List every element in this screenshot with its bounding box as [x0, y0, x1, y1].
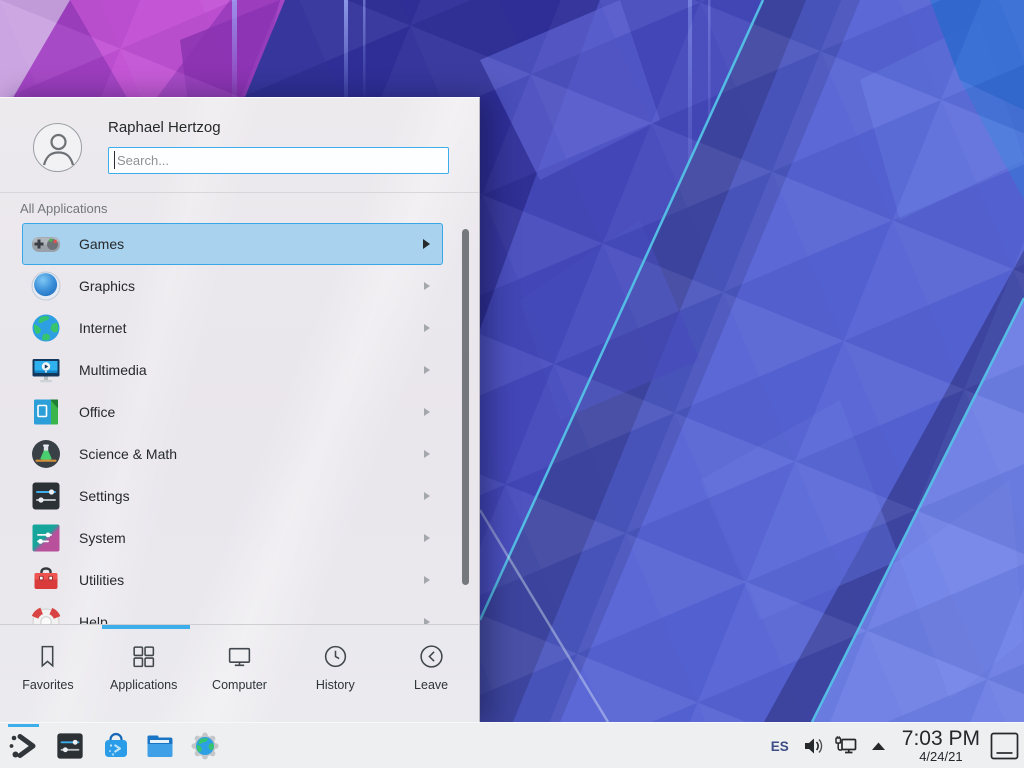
utilities-icon — [30, 564, 62, 596]
search-input[interactable] — [108, 147, 449, 174]
category-row-multimedia[interactable]: Multimedia — [22, 349, 443, 391]
browser-globe-icon — [190, 731, 220, 761]
category-label: Internet — [79, 320, 126, 336]
system-icon — [30, 522, 62, 554]
tabbar-divider — [0, 624, 479, 625]
category-row-help[interactable]: Help — [22, 601, 443, 624]
taskbar-panel: ES 7:03 PM 4/24/21 — [0, 722, 1024, 768]
graphics-icon — [30, 270, 62, 302]
system-settings-button[interactable] — [55, 731, 85, 761]
kde-launcher-icon — [8, 731, 38, 761]
network-button[interactable] — [834, 735, 859, 757]
category-row-internet[interactable]: Internet — [22, 307, 443, 349]
file-manager-button[interactable] — [145, 731, 175, 761]
category-label: System — [79, 530, 126, 546]
help-icon — [30, 606, 62, 624]
chevron-right-icon — [424, 450, 430, 458]
favorites-icon — [34, 643, 61, 670]
office-icon — [30, 396, 62, 428]
tab-history[interactable]: History — [287, 630, 383, 722]
clock-time: 7:03 PM — [902, 728, 980, 750]
chevron-right-icon — [424, 282, 430, 290]
category-row-settings[interactable]: Settings — [22, 475, 443, 517]
application-launcher-menu: Raphael Hertzog All Applications Games — [0, 97, 480, 722]
category-label: Multimedia — [79, 362, 147, 378]
applications-icon — [130, 643, 157, 670]
category-label: Science & Math — [79, 446, 177, 462]
tab-favorites[interactable]: Favorites — [0, 630, 96, 722]
games-icon — [30, 228, 62, 260]
chevron-up-icon — [870, 739, 887, 753]
internet-icon — [30, 312, 62, 344]
leave-icon — [418, 643, 445, 670]
wired-network-icon — [834, 735, 859, 757]
category-label: Games — [79, 236, 124, 252]
text-cursor — [114, 151, 115, 169]
tray-expander-button[interactable] — [870, 739, 887, 753]
dolphin-folder-icon — [145, 731, 175, 761]
header-divider — [0, 192, 479, 193]
section-label: All Applications — [20, 201, 107, 216]
tab-label: Computer — [212, 678, 267, 692]
tab-label: Favorites — [22, 678, 73, 692]
volume-button[interactable] — [801, 735, 823, 757]
chevron-right-icon — [424, 324, 430, 332]
chevron-right-icon — [424, 408, 430, 416]
application-launcher-button[interactable] — [8, 731, 38, 761]
category-row-science-math[interactable]: Science & Math — [22, 433, 443, 475]
category-label: Graphics — [79, 278, 135, 294]
category-list: Games Graphics — [0, 223, 479, 624]
show-desktop-button[interactable] — [990, 732, 1019, 760]
user-avatar[interactable] — [33, 123, 82, 172]
chevron-right-icon — [423, 239, 430, 249]
digital-clock[interactable]: 7:03 PM 4/24/21 — [902, 728, 980, 764]
multimedia-icon — [30, 354, 62, 386]
chevron-right-icon — [424, 534, 430, 542]
computer-icon — [226, 643, 253, 670]
category-label: Help — [79, 614, 108, 624]
system-tray: ES 7:03 PM 4/24/21 — [771, 723, 1024, 768]
category-row-system[interactable]: System — [22, 517, 443, 559]
clock-date: 4/24/21 — [919, 750, 962, 764]
show-desktop-icon — [990, 732, 1019, 760]
tab-applications[interactable]: Applications — [96, 630, 192, 722]
chevron-right-icon — [424, 576, 430, 584]
user-name: Raphael Hertzog — [108, 119, 221, 136]
category-row-office[interactable]: Office — [22, 391, 443, 433]
category-row-graphics[interactable]: Graphics — [22, 265, 443, 307]
category-label: Utilities — [79, 572, 124, 588]
launcher-tab-bar: Favorites Applications Computer His — [0, 630, 479, 722]
web-browser-button[interactable] — [190, 731, 220, 761]
chevron-right-icon — [424, 492, 430, 500]
tab-label: History — [316, 678, 355, 692]
tab-leave[interactable]: Leave — [383, 630, 479, 722]
category-label: Settings — [79, 488, 130, 504]
active-tab-indicator — [102, 625, 190, 629]
launcher-active-indicator — [8, 724, 39, 727]
tab-computer[interactable]: Computer — [192, 630, 288, 722]
keyboard-layout-indicator[interactable]: ES — [771, 739, 789, 754]
discover-icon — [101, 731, 131, 761]
chevron-right-icon — [424, 366, 430, 374]
tab-label: Leave — [414, 678, 448, 692]
speaker-icon — [801, 735, 823, 757]
category-label: Office — [79, 404, 115, 420]
category-row-games[interactable]: Games — [22, 223, 443, 265]
science-icon — [30, 438, 62, 470]
list-scrollbar[interactable] — [462, 229, 469, 585]
discover-button[interactable] — [101, 731, 131, 761]
settings-icon — [30, 480, 62, 512]
category-row-utilities[interactable]: Utilities — [22, 559, 443, 601]
history-icon — [322, 643, 349, 670]
tab-label: Applications — [110, 678, 177, 692]
system-settings-icon — [55, 731, 85, 761]
